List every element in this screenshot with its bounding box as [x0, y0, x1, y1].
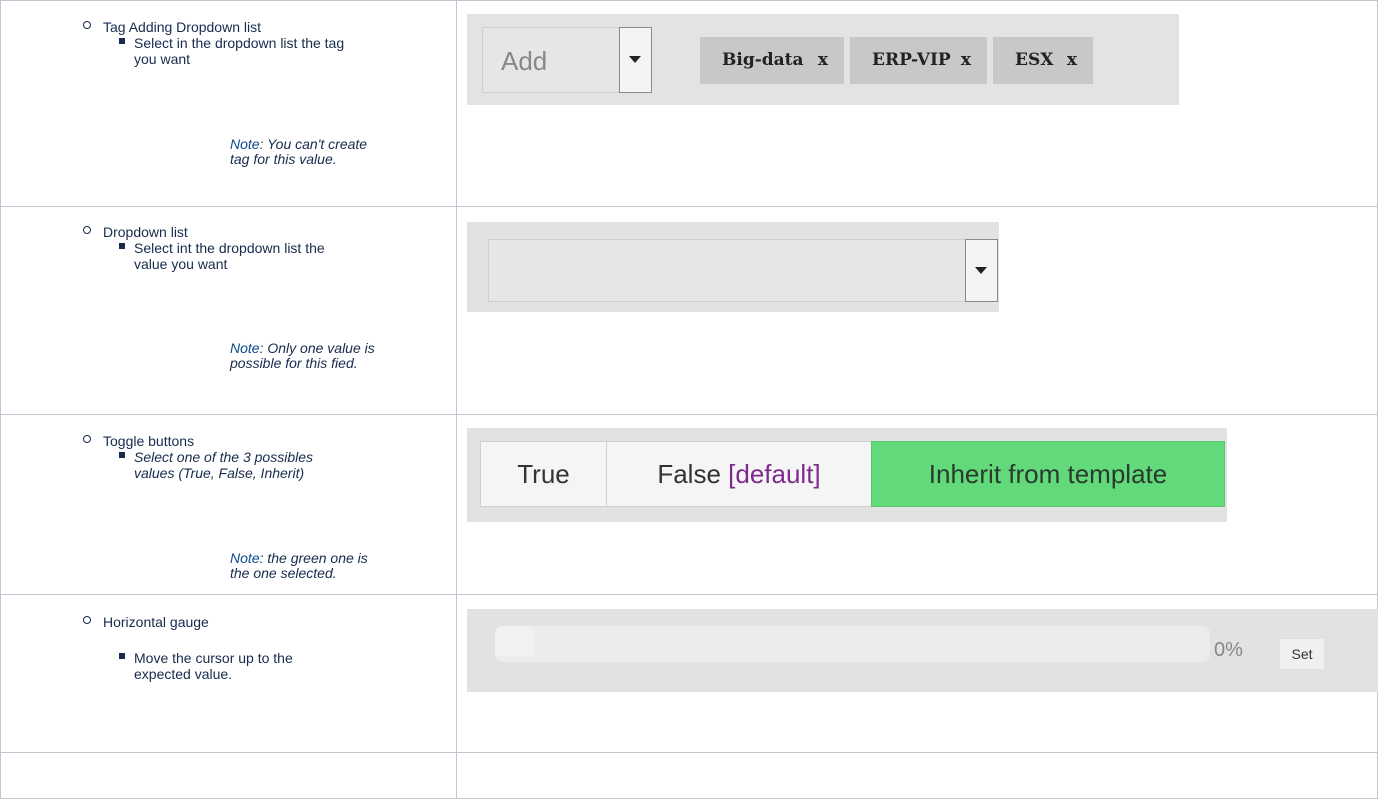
description-cell: Tag Adding Dropdown list Select in the d…	[0, 0, 457, 207]
gauge-value: 0%	[1214, 639, 1243, 661]
note-word: Note	[230, 136, 260, 152]
note: Note: You can't create tag for this valu…	[230, 137, 380, 167]
chevron-down-icon	[629, 56, 641, 63]
toggle-widget: True False [default] Inherit from templa…	[467, 428, 1227, 522]
item-title: Tag Adding Dropdown list	[103, 19, 261, 35]
tag-label: ESX	[1015, 50, 1054, 70]
item-subtext: Select int the dropdown list the value y…	[134, 240, 325, 272]
table-row: Dropdown list Select int the dropdown li…	[0, 206, 1378, 415]
table-row: Tag Adding Dropdown list Select in the d…	[0, 0, 1378, 207]
item-title: Dropdown list	[103, 224, 188, 240]
gauge-widget: 0% Set	[467, 609, 1378, 692]
set-button[interactable]: Set	[1279, 638, 1325, 670]
remove-tag-button[interactable]: x	[818, 37, 828, 84]
dropdown-toggle-button[interactable]	[619, 27, 652, 93]
circle-bullet-icon	[83, 226, 91, 234]
tag-add-dropdown[interactable]: Add	[482, 27, 652, 93]
toggle-label: False	[657, 459, 729, 489]
add-label: Add	[501, 46, 548, 76]
gauge-handle[interactable]	[495, 626, 535, 656]
item-subtext: Select one of the 3 possibles values (Tr…	[134, 449, 314, 481]
default-marker: [default]	[728, 459, 821, 489]
square-bullet-icon	[119, 653, 125, 659]
toggle-label: Inherit from template	[928, 459, 1168, 489]
tag-label: ERP-VIP	[872, 50, 951, 70]
remove-tag-button[interactable]: x	[961, 37, 971, 84]
circle-bullet-icon	[83, 21, 91, 29]
item-subtext: Move the cursor up to the expected value…	[134, 650, 293, 682]
tag-chip: ERP-VIP x	[850, 37, 987, 84]
dropdown-toggle-button[interactable]	[965, 239, 998, 302]
example-cell	[456, 752, 1378, 799]
description-cell: Toggle buttons Select one of the 3 possi…	[0, 414, 457, 595]
table-row: Horizontal gauge Move the cursor up to t…	[0, 594, 1378, 753]
square-bullet-icon	[119, 243, 125, 249]
toggle-false-button[interactable]: False [default]	[606, 441, 872, 507]
example-cell: Add Big-data x ERP-VIP x ESX x	[456, 0, 1378, 207]
toggle-true-button[interactable]: True	[480, 441, 607, 507]
note-word: Note	[230, 550, 260, 566]
note: Note: Only one value is possible for thi…	[230, 341, 380, 371]
note-word: Note	[230, 340, 260, 356]
tag-chip: Big-data x	[700, 37, 844, 84]
tag-widget: Add Big-data x ERP-VIP x ESX x	[467, 14, 1179, 105]
content-table: Tag Adding Dropdown list Select in the d…	[0, 0, 1378, 799]
tag-label: Big-data	[722, 50, 804, 70]
remove-tag-button[interactable]: x	[1067, 37, 1077, 84]
example-cell	[456, 206, 1378, 415]
note: Note: the green one is the one selected.	[230, 551, 380, 581]
chevron-down-icon	[975, 267, 987, 274]
circle-bullet-icon	[83, 435, 91, 443]
description-cell: Horizontal gauge Move the cursor up to t…	[0, 594, 457, 753]
table-row: Toggle buttons Select one of the 3 possi…	[0, 414, 1378, 595]
dropdown-widget	[467, 222, 999, 312]
item-title: Horizontal gauge	[103, 614, 209, 630]
item-title: Toggle buttons	[103, 433, 195, 449]
circle-bullet-icon	[83, 616, 91, 624]
gauge-track[interactable]	[495, 626, 1210, 662]
description-cell: Dropdown list Select int the dropdown li…	[0, 206, 457, 415]
item-subtext: Select in the dropdown list the tag you …	[134, 35, 345, 67]
description-cell	[0, 752, 457, 799]
table-row	[0, 752, 1378, 799]
square-bullet-icon	[119, 38, 125, 44]
value-dropdown[interactable]	[488, 239, 998, 302]
example-cell: 0% Set	[456, 594, 1378, 753]
example-cell: True False [default] Inherit from templa…	[456, 414, 1378, 595]
square-bullet-icon	[119, 452, 125, 458]
toggle-label: True	[517, 459, 570, 489]
tag-chip: ESX x	[993, 37, 1093, 84]
toggle-inherit-button[interactable]: Inherit from template	[871, 441, 1225, 507]
